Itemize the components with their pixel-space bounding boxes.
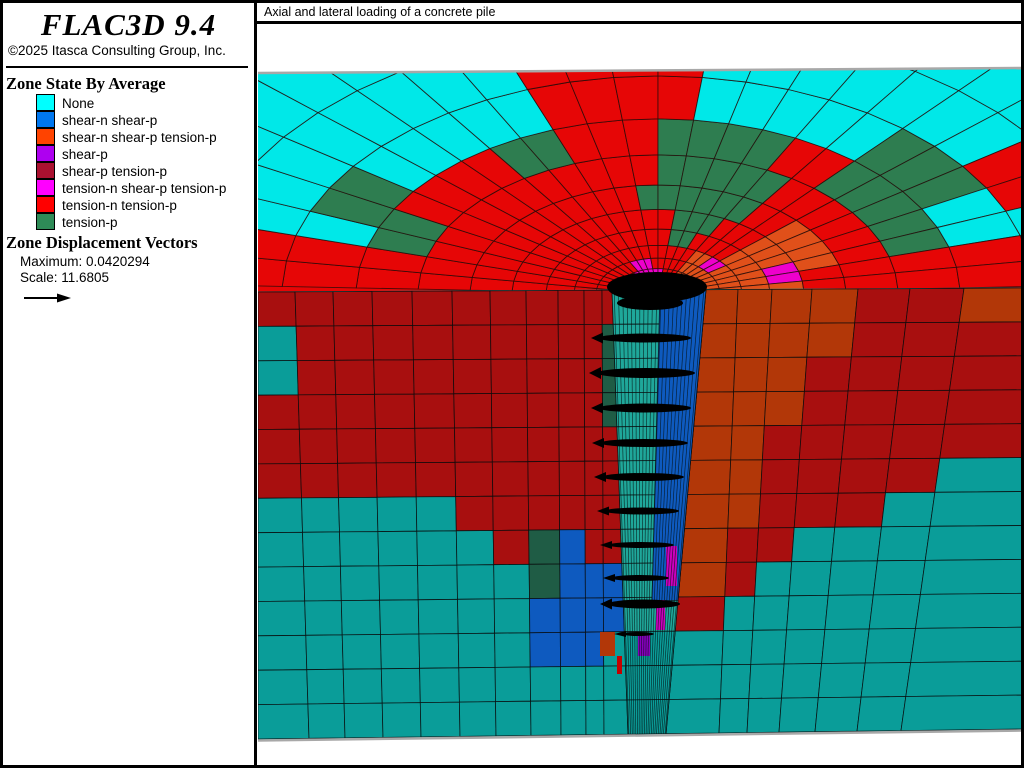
panel-divider	[254, 0, 257, 768]
vectors-scale: Scale: 11.6805	[20, 270, 254, 286]
plot-caption-bar: Axial and lateral loading of a concrete …	[257, 3, 1021, 24]
zone-state-swatch	[36, 162, 55, 179]
zone-state-label: tension-n shear-p tension-p	[62, 180, 226, 197]
zone-state-swatch	[36, 145, 55, 162]
zone-state-swatch	[36, 94, 55, 111]
zone-state-swatch	[36, 111, 55, 128]
legend-item: tension-n tension-p	[36, 197, 254, 214]
legend-item: shear-n shear-p	[36, 112, 254, 129]
legend-item: None	[36, 95, 254, 112]
legend-item: tension-p	[36, 214, 254, 231]
copyright-text: ©2025 Itasca Consulting Group, Inc.	[8, 43, 254, 59]
zone-state-label: None	[62, 95, 94, 112]
zone-state-label: tension-n tension-p	[62, 197, 177, 214]
zone-state-label: tension-p	[62, 214, 118, 231]
zone-state-swatch	[36, 213, 55, 230]
zone-state-heading: Zone State By Average	[6, 75, 254, 93]
legend-item: shear-p	[36, 146, 254, 163]
zone-state-swatch	[36, 179, 55, 196]
vector-arrow-icon	[23, 292, 73, 304]
legend-item: tension-n shear-p tension-p	[36, 180, 254, 197]
legend-divider-line	[6, 66, 248, 68]
zone-state-label: shear-n shear-p	[62, 112, 157, 129]
plot-title: Axial and lateral loading of a concrete …	[264, 5, 495, 19]
zone-state-label: shear-p	[62, 146, 108, 163]
zone-state-label: shear-n shear-p tension-p	[62, 129, 217, 146]
flac3d-plot-window: Axial and lateral loading of a concrete …	[0, 0, 1024, 768]
zone-state-swatch	[36, 128, 55, 145]
legend-panel: FLAC3D 9.4 ©2025 Itasca Consulting Group…	[3, 3, 254, 765]
app-logo: FLAC3D 9.4	[3, 8, 254, 42]
vectors-maximum: Maximum: 0.0420294	[20, 254, 254, 270]
zone-state-legend: None shear-n shear-p shear-n shear-p ten…	[36, 95, 254, 231]
displacement-vectors-heading: Zone Displacement Vectors	[6, 234, 254, 252]
legend-item: shear-p tension-p	[36, 163, 254, 180]
legend-item: shear-n shear-p tension-p	[36, 129, 254, 146]
zone-state-label: shear-p tension-p	[62, 163, 167, 180]
zone-state-swatch	[36, 196, 55, 213]
